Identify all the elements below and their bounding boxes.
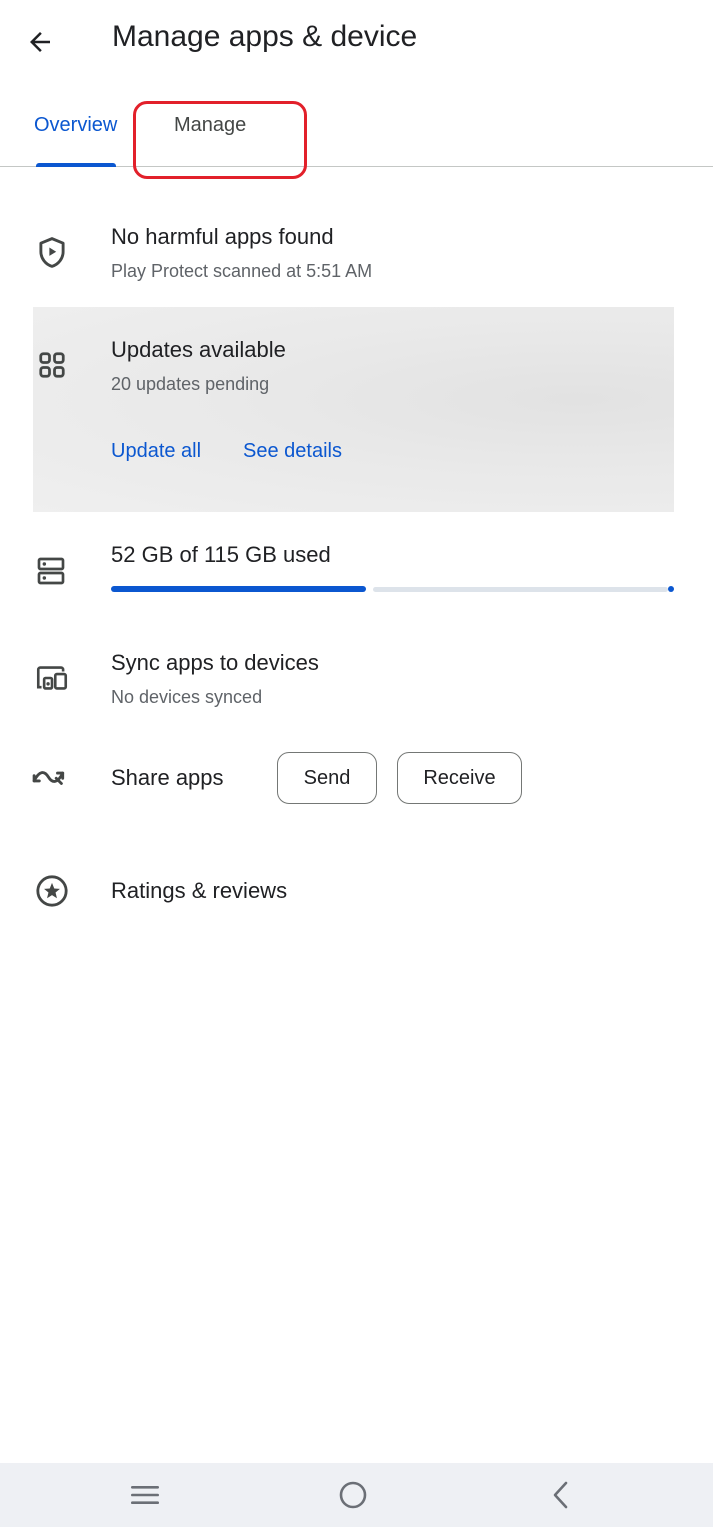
tab-manage[interactable]: Manage: [174, 96, 246, 166]
storage-icon: [31, 551, 71, 591]
updates-subtitle: 20 updates pending: [111, 374, 270, 394]
ratings-title: Ratings & reviews: [111, 878, 288, 903]
sync-row[interactable]: [0, 640, 713, 725]
back-button[interactable]: [18, 22, 62, 62]
share-apps-title: Share apps: [111, 765, 224, 790]
system-nav-bar: [0, 1463, 713, 1527]
manage-apps-screen: Manage apps & device Overview Manage No …: [0, 0, 713, 1527]
home-circle-icon: [339, 1481, 367, 1509]
protect-subtitle: Play Protect scanned at 5:51 AM: [111, 261, 373, 281]
arrow-back-icon: [30, 32, 50, 52]
shield-play-icon: [32, 233, 72, 273]
storage-used-fill: [111, 586, 366, 592]
apps-grid-icon: [32, 345, 72, 385]
protect-title: No harmful apps found: [111, 224, 334, 249]
tab-selected-indicator: [36, 163, 116, 167]
home-button[interactable]: [328, 1477, 378, 1513]
updates-title: Updates available: [111, 337, 286, 362]
update-all-button[interactable]: Update all: [111, 440, 201, 463]
storage-label: 52 GB of 115 GB used: [111, 542, 331, 567]
ratings-row[interactable]: [0, 850, 713, 930]
page-title: Manage apps & device: [112, 20, 418, 53]
tab-bar: Overview Manage: [0, 96, 713, 167]
storage-progress-bar: [111, 586, 674, 592]
sync-subtitle: No devices synced: [111, 687, 263, 707]
storage-end-dot: [668, 586, 674, 592]
share-apps-icon: [31, 757, 71, 797]
storage-free-track: [373, 587, 668, 592]
star-circle-icon: [32, 871, 72, 911]
recents-button[interactable]: [120, 1477, 170, 1513]
storage-row[interactable]: [0, 525, 713, 615]
sync-title: Sync apps to devices: [111, 650, 319, 675]
system-back-button[interactable]: [536, 1477, 586, 1513]
menu-lines-icon: [131, 1486, 159, 1504]
devices-icon: [32, 658, 72, 698]
receive-button[interactable]: Receive: [397, 752, 522, 804]
see-details-button[interactable]: See details: [243, 440, 342, 463]
send-button[interactable]: Send: [277, 752, 377, 804]
tab-overview[interactable]: Overview: [34, 96, 117, 166]
play-protect-row[interactable]: [0, 205, 713, 300]
chevron-left-icon: [553, 1481, 568, 1509]
